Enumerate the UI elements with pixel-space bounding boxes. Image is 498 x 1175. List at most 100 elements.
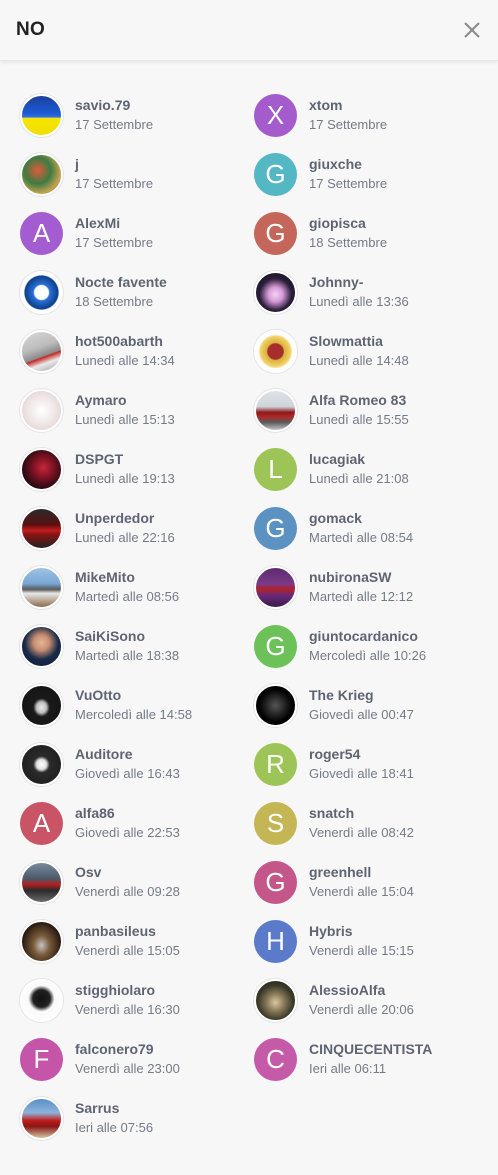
username-link[interactable]: VuOtto (75, 686, 192, 704)
username-link[interactable]: giuntocardanico (309, 627, 426, 645)
user-item[interactable]: nubironaSW Martedì alle 12:12 (254, 546, 488, 609)
user-item[interactable]: Ggiopisca 18 Settembre (254, 192, 488, 255)
username-link[interactable]: j (75, 155, 153, 173)
user-item[interactable]: Llucagiak Lunedì alle 21:08 (254, 428, 488, 491)
username-link[interactable]: snatch (309, 804, 414, 822)
username-link[interactable]: Slowmattia (309, 332, 409, 350)
user-item[interactable]: savio.79 17 Settembre (20, 74, 254, 137)
username-link[interactable]: Aymaro (75, 391, 175, 409)
username-link[interactable]: gomack (309, 509, 413, 527)
avatar[interactable] (20, 153, 63, 196)
avatar[interactable] (20, 330, 63, 373)
avatar[interactable] (20, 920, 63, 963)
user-item[interactable]: Aalfa86 Giovedì alle 22:53 (20, 782, 254, 845)
user-item[interactable]: Rroger54 Giovedì alle 18:41 (254, 723, 488, 786)
avatar[interactable]: G (254, 153, 297, 196)
user-item[interactable]: Xxtom 17 Settembre (254, 74, 488, 137)
avatar[interactable] (20, 743, 63, 786)
username-link[interactable]: alfa86 (75, 804, 180, 822)
avatar[interactable] (20, 389, 63, 432)
avatar[interactable] (20, 94, 63, 137)
username-link[interactable]: nubironaSW (309, 568, 413, 586)
user-item[interactable]: VuOtto Mercoledì alle 14:58 (20, 664, 254, 727)
avatar[interactable]: X (254, 94, 297, 137)
avatar[interactable] (20, 861, 63, 904)
avatar[interactable]: G (254, 861, 297, 904)
user-item[interactable]: panbasileus Venerdì alle 15:05 (20, 900, 254, 963)
username-link[interactable]: Osv (75, 863, 180, 881)
username-link[interactable]: Hybris (309, 922, 414, 940)
username-link[interactable]: xtom (309, 96, 387, 114)
username-link[interactable]: Sarrus (75, 1099, 153, 1117)
avatar[interactable] (254, 979, 297, 1022)
avatar[interactable] (20, 271, 63, 314)
avatar[interactable] (254, 684, 297, 727)
user-item[interactable]: Ffalconero79 Venerdì alle 23:00 (20, 1018, 254, 1081)
username-link[interactable]: panbasileus (75, 922, 180, 940)
username-link[interactable]: greenhell (309, 863, 414, 881)
user-item[interactable]: Ggiuxche 17 Settembre (254, 133, 488, 196)
avatar[interactable] (20, 684, 63, 727)
username-link[interactable]: CINQUECENTISTA (309, 1040, 432, 1058)
avatar[interactable]: G (254, 507, 297, 550)
user-item[interactable]: Ggreenhell Venerdì alle 15:04 (254, 841, 488, 904)
user-item[interactable]: The Krieg Giovedì alle 00:47 (254, 664, 488, 727)
user-item[interactable]: Auditore Giovedì alle 16:43 (20, 723, 254, 786)
username-link[interactable]: roger54 (309, 745, 414, 763)
avatar[interactable]: L (254, 448, 297, 491)
avatar[interactable] (20, 979, 63, 1022)
avatar[interactable]: A (20, 212, 63, 255)
user-item[interactable]: Ssnatch Venerdì alle 08:42 (254, 782, 488, 845)
user-item[interactable]: C CINQUECENTISTA Ieri alle 06:11 (254, 1018, 488, 1081)
user-item[interactable]: Aymaro Lunedì alle 15:13 (20, 369, 254, 432)
username-link[interactable]: DSPGT (75, 450, 175, 468)
user-item[interactable]: MikeMito Martedì alle 08:56 (20, 546, 254, 609)
user-item[interactable]: Alfa Romeo 83 Lunedì alle 15:55 (254, 369, 488, 432)
avatar[interactable]: G (254, 212, 297, 255)
username-link[interactable]: Unperdedor (75, 509, 175, 527)
user-item[interactable]: SaiKiSono Martedì alle 18:38 (20, 605, 254, 668)
username-link[interactable]: SaiKiSono (75, 627, 179, 645)
user-item[interactable]: Sarrus Ieri alle 07:56 (20, 1077, 254, 1140)
avatar[interactable]: H (254, 920, 297, 963)
user-item[interactable]: Johnny- Lunedì alle 13:36 (254, 251, 488, 314)
username-link[interactable]: hot500abarth (75, 332, 175, 350)
avatar[interactable]: F (20, 1038, 63, 1081)
avatar[interactable] (20, 625, 63, 668)
user-item[interactable]: j 17 Settembre (20, 133, 254, 196)
user-item[interactable]: Ggiuntocardanico Mercoledì alle 10:26 (254, 605, 488, 668)
avatar[interactable]: R (254, 743, 297, 786)
username-link[interactable]: Alfa Romeo 83 (309, 391, 409, 409)
user-item[interactable]: DSPGT Lunedì alle 19:13 (20, 428, 254, 491)
user-item[interactable]: Slowmattia Lunedì alle 14:48 (254, 310, 488, 373)
avatar[interactable]: G (254, 625, 297, 668)
username-link[interactable]: Nocte favente (75, 273, 167, 291)
username-link[interactable]: savio.79 (75, 96, 153, 114)
username-link[interactable]: Auditore (75, 745, 180, 763)
user-item[interactable]: stigghiolaro Venerdì alle 16:30 (20, 959, 254, 1022)
avatar[interactable] (254, 271, 297, 314)
username-link[interactable]: falconero79 (75, 1040, 180, 1058)
user-item[interactable]: AlessioAlfa Venerdì alle 20:06 (254, 959, 488, 1022)
username-link[interactable]: stigghiolaro (75, 981, 180, 999)
user-item[interactable]: Nocte favente 18 Settembre (20, 251, 254, 314)
username-link[interactable]: The Krieg (309, 686, 414, 704)
user-item[interactable]: Unperdedor Lunedì alle 22:16 (20, 487, 254, 550)
avatar[interactable] (20, 1097, 63, 1140)
user-item[interactable]: H Hybris Venerdì alle 15:15 (254, 900, 488, 963)
avatar[interactable] (254, 566, 297, 609)
username-link[interactable]: giuxche (309, 155, 387, 173)
user-item[interactable]: hot500abarth Lunedì alle 14:34 (20, 310, 254, 373)
avatar[interactable] (254, 330, 297, 373)
username-link[interactable]: AlessioAlfa (309, 981, 414, 999)
avatar[interactable] (20, 507, 63, 550)
user-item[interactable]: Ggomack Martedì alle 08:54 (254, 487, 488, 550)
username-link[interactable]: Johnny- (309, 273, 409, 291)
avatar[interactable]: S (254, 802, 297, 845)
avatar[interactable]: A (20, 802, 63, 845)
close-icon[interactable] (462, 20, 482, 40)
username-link[interactable]: lucagiak (309, 450, 409, 468)
username-link[interactable]: AlexMi (75, 214, 153, 232)
avatar[interactable] (20, 448, 63, 491)
user-item[interactable]: A AlexMi 17 Settembre (20, 192, 254, 255)
